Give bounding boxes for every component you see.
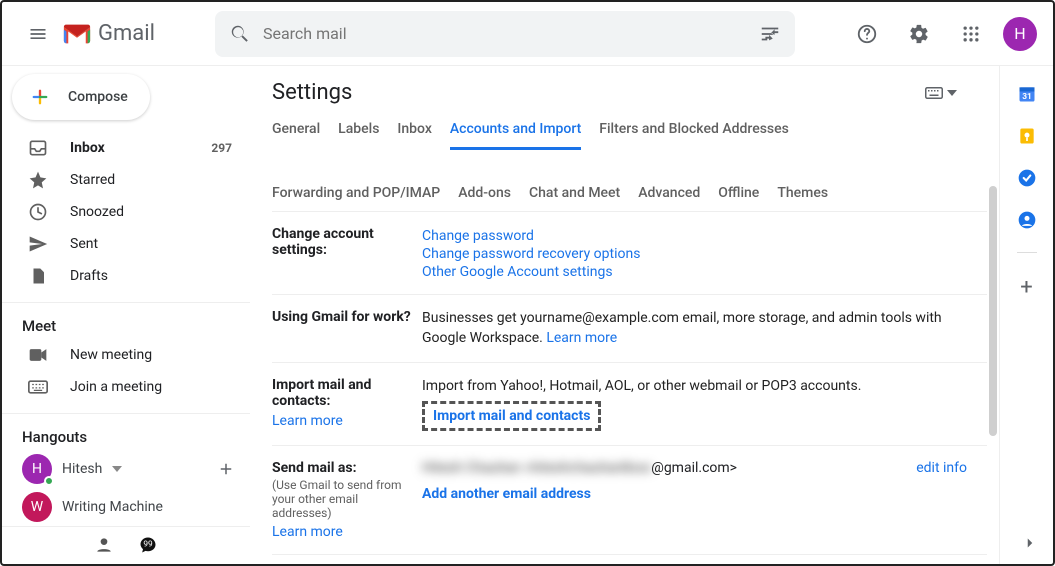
change-recovery-link[interactable]: Change password recovery options bbox=[422, 246, 987, 262]
using-work-label: Using Gmail for work? bbox=[272, 309, 422, 348]
send-icon bbox=[28, 234, 48, 254]
tab-themes[interactable]: Themes bbox=[777, 185, 828, 211]
addons-plus-button[interactable]: + bbox=[1020, 275, 1032, 300]
search-box[interactable] bbox=[215, 11, 795, 57]
search-input[interactable] bbox=[263, 24, 759, 43]
compose-label: Compose bbox=[68, 89, 128, 105]
nav-item-inbox[interactable]: Inbox 297 bbox=[2, 132, 250, 164]
workspace-learn-more-link[interactable]: Learn more bbox=[546, 330, 617, 346]
meet-item-join-a-meeting[interactable]: Join a meeting bbox=[2, 371, 250, 403]
import-action-highlight: Import mail and contacts bbox=[422, 401, 601, 431]
tab-accounts-and-import[interactable]: Accounts and Import bbox=[450, 121, 581, 150]
gmail-logo[interactable]: Gmail bbox=[62, 21, 155, 46]
tasks-icon[interactable] bbox=[1017, 168, 1037, 188]
search-options-icon[interactable] bbox=[759, 23, 781, 45]
import-mail-contacts-link[interactable]: Import mail and contacts bbox=[433, 408, 590, 424]
tab-forwarding-and-pop-imap[interactable]: Forwarding and POP/IMAP bbox=[272, 185, 440, 211]
send-mail-as-sub: (Use Gmail to send from your other email… bbox=[272, 478, 412, 520]
meet-item-new-meeting[interactable]: New meeting bbox=[2, 339, 250, 371]
tab-offline[interactable]: Offline bbox=[718, 185, 759, 211]
support-button[interactable] bbox=[847, 14, 887, 54]
tab-advanced[interactable]: Advanced bbox=[638, 185, 700, 211]
hangouts-person-tab[interactable] bbox=[92, 533, 116, 557]
plus-icon bbox=[26, 83, 54, 111]
change-password-link[interactable]: Change password bbox=[422, 228, 987, 244]
inbox-icon bbox=[28, 138, 48, 158]
using-work-desc: Businesses get yourname@example.com emai… bbox=[422, 310, 942, 346]
meet-section-title: Meet bbox=[2, 311, 250, 339]
import-learn-more-link[interactable]: Learn more bbox=[272, 413, 412, 429]
calendar-icon[interactable]: 31 bbox=[1017, 84, 1037, 104]
send-as-email-suffix: @gmail.com> bbox=[651, 460, 737, 476]
contacts-icon[interactable] bbox=[1017, 210, 1037, 230]
send-mail-as-label: Send mail as: bbox=[272, 460, 357, 476]
tab-chat-and-meet[interactable]: Chat and Meet bbox=[529, 185, 620, 211]
contact-name: Writing Machine bbox=[62, 499, 163, 515]
tab-filters-and-blocked-addresses[interactable]: Filters and Blocked Addresses bbox=[599, 121, 789, 149]
add-another-email-link[interactable]: Add another email address bbox=[422, 486, 591, 502]
svg-text:31: 31 bbox=[1022, 92, 1032, 102]
tab-labels[interactable]: Labels bbox=[338, 121, 379, 149]
nav-count: 297 bbox=[211, 141, 232, 155]
chevron-down-icon bbox=[112, 466, 122, 472]
video-icon bbox=[28, 347, 48, 363]
account-avatar[interactable]: H bbox=[1003, 17, 1037, 51]
tab-add-ons[interactable]: Add-ons bbox=[458, 185, 511, 211]
import-mail-label: Import mail and contacts: bbox=[272, 377, 371, 409]
scrollbar[interactable] bbox=[989, 186, 997, 436]
send-as-blurred-name: Hitesh Chauhan «hiteshchauhan8xxx bbox=[422, 460, 651, 476]
meet-label: New meeting bbox=[70, 347, 152, 363]
meet-label: Join a meeting bbox=[70, 379, 162, 395]
page-title: Settings bbox=[272, 80, 352, 105]
svg-text:99: 99 bbox=[143, 540, 153, 550]
input-tools-button[interactable] bbox=[925, 87, 957, 99]
clock-icon bbox=[28, 202, 48, 222]
edit-info-link[interactable]: edit info bbox=[916, 460, 967, 476]
nav-label: Starred bbox=[70, 172, 115, 188]
nav-label: Drafts bbox=[70, 268, 108, 284]
hangout-contact[interactable]: H Hitesh bbox=[2, 450, 250, 488]
star-icon bbox=[28, 170, 48, 190]
send-as-learn-more-link[interactable]: Learn more bbox=[272, 524, 412, 540]
tab-general[interactable]: General bbox=[272, 121, 320, 149]
settings-button[interactable] bbox=[899, 14, 939, 54]
side-panel-toggle[interactable] bbox=[1021, 534, 1039, 556]
contact-avatar: H bbox=[22, 454, 52, 484]
keyboard-icon bbox=[28, 380, 48, 394]
tab-inbox[interactable]: Inbox bbox=[397, 121, 431, 149]
add-contact-button[interactable] bbox=[214, 457, 238, 481]
keep-icon[interactable] bbox=[1017, 126, 1037, 146]
main-menu-button[interactable] bbox=[18, 14, 58, 54]
import-mail-desc: Import from Yahoo!, Hotmail, AOL, or oth… bbox=[422, 377, 987, 397]
apps-button[interactable] bbox=[951, 14, 991, 54]
other-google-settings-link[interactable]: Other Google Account settings bbox=[422, 264, 987, 280]
nav-label: Sent bbox=[70, 236, 98, 252]
contact-name: Hitesh bbox=[62, 461, 102, 477]
contact-avatar: W bbox=[22, 492, 52, 522]
nav-item-sent[interactable]: Sent bbox=[2, 228, 250, 260]
nav-label: Inbox bbox=[70, 140, 105, 156]
hangouts-section-title: Hangouts bbox=[2, 422, 250, 450]
search-icon bbox=[229, 23, 251, 45]
nav-label: Snoozed bbox=[70, 204, 124, 220]
nav-item-snoozed[interactable]: Snoozed bbox=[2, 196, 250, 228]
change-account-label: Change account settings: bbox=[272, 226, 422, 280]
nav-item-drafts[interactable]: Drafts bbox=[2, 260, 250, 292]
nav-item-starred[interactable]: Starred bbox=[2, 164, 250, 196]
hangouts-chat-tab[interactable]: 99 bbox=[136, 533, 160, 557]
compose-button[interactable]: Compose bbox=[12, 74, 150, 120]
brand-name: Gmail bbox=[98, 21, 155, 46]
file-icon bbox=[28, 266, 48, 286]
hangout-contact[interactable]: W Writing Machine bbox=[2, 488, 250, 526]
